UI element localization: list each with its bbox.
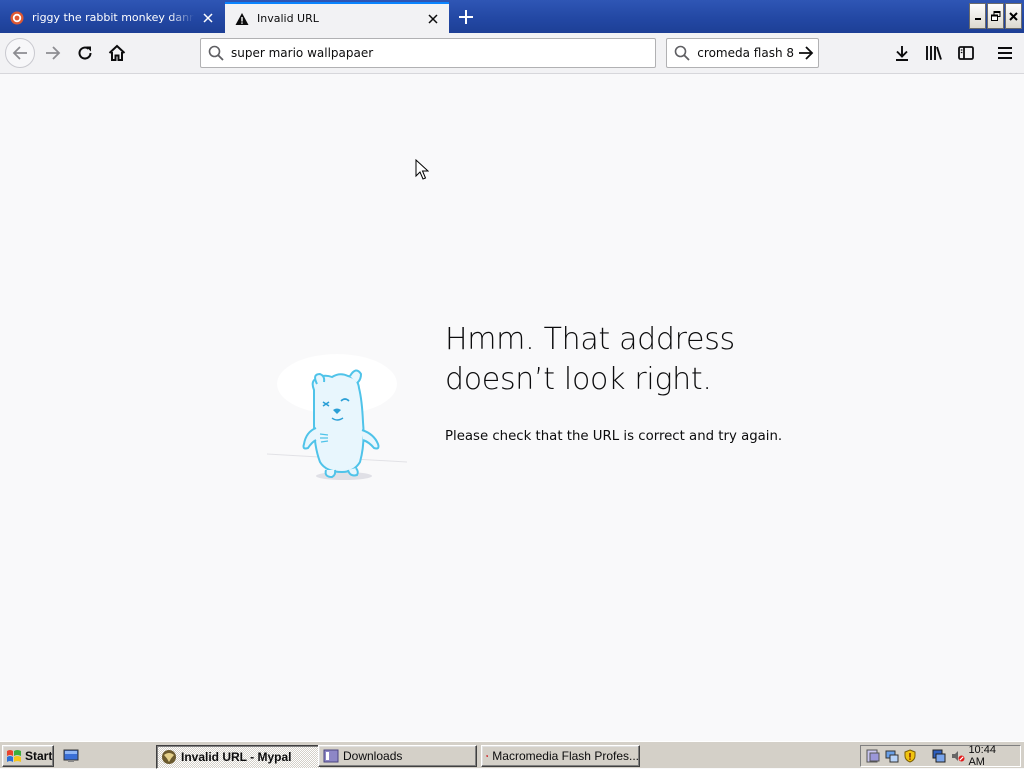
taskbar-item-label: Invalid URL - Mypal bbox=[181, 750, 292, 764]
new-tab-button[interactable] bbox=[454, 5, 478, 29]
library-button[interactable] bbox=[920, 39, 948, 67]
forward-button[interactable] bbox=[39, 39, 67, 67]
start-button[interactable]: Start bbox=[2, 745, 54, 767]
window-controls bbox=[969, 3, 1022, 29]
mouse-cursor-icon bbox=[415, 159, 429, 180]
reload-icon bbox=[78, 46, 92, 60]
sidebar-button[interactable] bbox=[952, 39, 980, 67]
clock: 10:44 AM bbox=[968, 744, 996, 768]
tab-title: Invalid URL bbox=[257, 12, 319, 25]
close-icon bbox=[1009, 11, 1018, 21]
search-input[interactable]: macromeda flash 8 bbox=[697, 46, 794, 60]
reload-button[interactable] bbox=[71, 39, 99, 67]
downloads-button[interactable] bbox=[888, 39, 916, 67]
restore-icon bbox=[990, 11, 1000, 21]
start-label: Start bbox=[25, 749, 53, 763]
taskbar-item-mypal[interactable]: Invalid URL - Mypal bbox=[156, 745, 320, 769]
plus-icon bbox=[459, 10, 473, 24]
restore-button[interactable] bbox=[987, 3, 1004, 29]
close-tab-icon[interactable] bbox=[425, 11, 441, 27]
system-tray: 10:44 AM bbox=[860, 744, 1021, 768]
error-description: Please check that the URL is correct and… bbox=[445, 429, 783, 444]
page-content: Hmm. That address doesn’t look right. Pl… bbox=[0, 74, 1024, 741]
back-button[interactable] bbox=[5, 38, 35, 68]
taskbar-item-label: Macromedia Flash Profes... bbox=[492, 749, 639, 763]
tray-network-icon[interactable] bbox=[884, 748, 900, 764]
close-window-button[interactable] bbox=[1005, 3, 1022, 29]
search-icon bbox=[201, 45, 231, 61]
search-bar[interactable]: macromeda flash 8 bbox=[666, 38, 819, 68]
confused-mascot-illustration bbox=[266, 354, 408, 480]
sidebar-icon bbox=[958, 46, 974, 60]
desktop-icon bbox=[63, 749, 79, 762]
taskbar-item-flash[interactable]: Macromedia Flash Profes... bbox=[481, 745, 640, 767]
menu-button[interactable] bbox=[991, 39, 1019, 67]
tab-invalid-url[interactable]: Invalid URL bbox=[225, 2, 449, 33]
home-button[interactable] bbox=[103, 39, 131, 67]
mypal-icon bbox=[162, 750, 176, 764]
tab-title: riggy the rabbit monkey danno at the bbox=[32, 11, 194, 24]
tray-app-icon[interactable] bbox=[865, 748, 881, 764]
folder-icon bbox=[323, 749, 339, 763]
home-icon bbox=[108, 44, 126, 61]
minimize-icon bbox=[974, 18, 981, 20]
taskbar-item-label: Downloads bbox=[343, 749, 403, 763]
tab-riggy[interactable]: riggy the rabbit monkey danno at the bbox=[0, 2, 224, 33]
minimize-button[interactable] bbox=[969, 3, 986, 29]
navigation-toolbar: macromeda flash 8 bbox=[0, 33, 1024, 74]
windows-logo-icon bbox=[7, 750, 21, 762]
volume-muted-icon[interactable] bbox=[950, 748, 966, 764]
go-arrow-icon[interactable] bbox=[794, 45, 818, 61]
tray-monitor-icon[interactable] bbox=[931, 748, 947, 764]
hamburger-menu-icon bbox=[998, 47, 1012, 59]
close-tab-icon[interactable] bbox=[200, 10, 216, 26]
library-icon bbox=[926, 46, 942, 60]
tab-strip: riggy the rabbit monkey danno at the Inv… bbox=[0, 0, 1024, 33]
taskbar: Start Invalid URL - Mypal Downloads Macr… bbox=[0, 741, 1024, 769]
security-shield-icon[interactable] bbox=[902, 748, 918, 764]
download-icon bbox=[896, 46, 908, 61]
warning-icon bbox=[234, 11, 250, 27]
taskbar-item-downloads[interactable]: Downloads bbox=[318, 745, 477, 767]
show-desktop-button[interactable] bbox=[62, 747, 80, 765]
url-input[interactable] bbox=[231, 46, 631, 60]
url-bar[interactable] bbox=[200, 38, 656, 68]
back-arrow-icon bbox=[12, 46, 27, 60]
flash-icon bbox=[486, 755, 489, 757]
search-icon bbox=[667, 45, 697, 61]
error-title: Hmm. That address doesn’t look right. bbox=[445, 322, 735, 397]
duckduckgo-icon bbox=[9, 10, 25, 26]
forward-arrow-icon bbox=[46, 46, 61, 60]
